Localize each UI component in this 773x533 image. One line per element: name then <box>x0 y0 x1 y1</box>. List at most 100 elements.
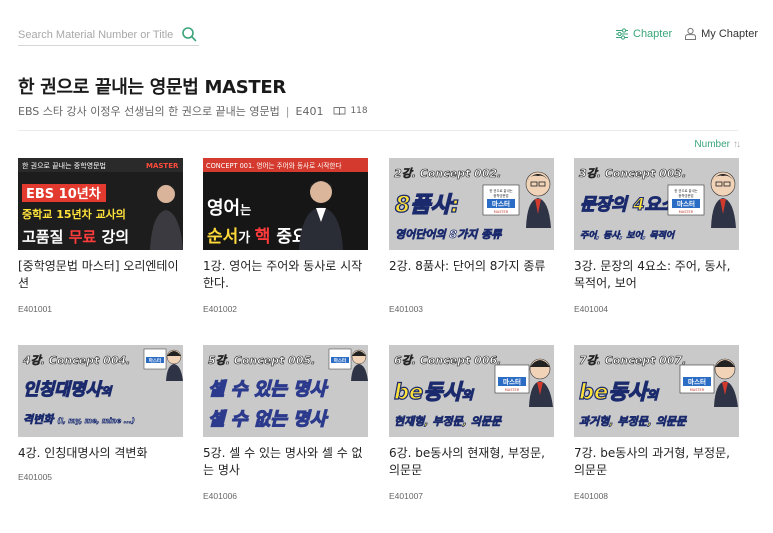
thumb-concept: 4강. Concept 004. <box>22 354 130 367</box>
svg-text:중학영문법: 중학영문법 <box>493 193 508 198</box>
my-chapter-link[interactable]: My Chapter <box>684 27 758 40</box>
sort-arrows-icon: ↑↓ <box>733 139 741 150</box>
badge: 마스터 <box>143 348 167 370</box>
card-code: E401003 <box>389 304 424 314</box>
thumbnail: 3강. Concept 003. 문장의 4요소: 주어, 동사, 보어, 목적… <box>574 158 739 250</box>
thumb-line1b: 는 <box>240 203 251 217</box>
thumb-main: be동사 <box>394 380 465 404</box>
thumb-line2b: 가 <box>238 231 255 246</box>
thumb-sub-extra: (I, my, me, mine ...) <box>57 417 135 425</box>
thumb-sub: 영어단어의 8가지 종류 <box>395 228 502 241</box>
header-divider <box>18 130 738 131</box>
thumb-header: 한 권으로 끝내는 중학영문법 <box>22 161 106 170</box>
thumbnail: CONCEPT 001. 영어는 주어와 동사로 시작한다 영어는 순서가 핵 … <box>203 158 368 250</box>
svg-text:마스터: 마스터 <box>149 357 161 364</box>
thumb-main: 문장의 4요소: <box>580 195 683 215</box>
card-code: E401008 <box>574 491 609 501</box>
thumb-sub: 현재형, 부정문, 의문문 <box>394 415 502 428</box>
search-box <box>18 24 199 46</box>
badge: 마스터 MASTER <box>494 364 530 394</box>
thumb-line3b: 무료 <box>69 228 97 246</box>
thumb-line2: 중학교 15년차 교사의 <box>22 207 126 221</box>
book-meta: EBS 스타 강사 이정우 선생님의 한 권으로 끝내는 영문법 | E401 … <box>18 103 368 119</box>
card-title: 7강. be동사의 과거형, 부정문, 의문문 <box>574 446 730 477</box>
thumb-sub: 주어, 동사, 보어, 목적어 <box>580 230 676 241</box>
svg-text:인칭대명사의: 인칭대명사의 <box>23 380 113 400</box>
thumbnail: 7강. Concept 007. be동사의 과거형, 부정문, 의문문 마스터… <box>574 345 739 437</box>
user-icon <box>685 27 697 40</box>
thumb-line2c: 핵 <box>255 227 271 247</box>
thumb-sub: 과거형, 부정문, 의문문 <box>579 415 687 428</box>
book-subtitle: EBS 스타 강사 이정우 선생님의 한 권으로 끝내는 영문법 <box>18 105 280 118</box>
material-card[interactable]: 5강. Concept 005. 셀 수 있는 명사 셀 수 없는 명사 마스터… <box>203 345 368 501</box>
thumb-concept: 5강. Concept 005. <box>208 354 315 367</box>
page-title: 한 권으로 끝내는 영문법 MASTER <box>18 77 286 98</box>
badge: 마스터 <box>328 348 352 370</box>
my-chapter-label: My Chapter <box>701 27 758 40</box>
thumb-sub: 셀 수 없는 명사 <box>208 409 329 430</box>
thumb-line1a: 영어 <box>207 198 240 219</box>
top-nav: Chapter My Chapter <box>615 27 758 40</box>
card-title: 2강. 8품사: 단어의 8가지 종류 <box>389 259 546 273</box>
thumb-concept: 3강. Concept 003. <box>579 167 686 180</box>
card-title: 6강. be동사의 현재형, 부정문, 의문문 <box>389 446 545 477</box>
card-title: [중학영문법 마스터] 오리엔테이션 <box>18 259 179 290</box>
thumb-main: 인칭대명사 <box>23 380 104 400</box>
sort-button[interactable]: Number ↑↓ <box>694 139 741 150</box>
card-title: 3강. 문장의 4요소: 주어, 동사, 목적어, 보어 <box>574 259 731 290</box>
material-count: 118 <box>350 106 368 116</box>
svg-text:MASTER: MASTER <box>690 388 705 392</box>
thumbnail: 6강. Concept 006. be동사의 현재형, 부정문, 의문문 마스터… <box>389 345 554 437</box>
thumb-main: 셀 수 있는 명사 <box>208 379 329 400</box>
svg-text:MASTER: MASTER <box>494 210 509 214</box>
svg-text:마스터: 마스터 <box>688 377 706 386</box>
thumbnail: 한 권으로 끝내는 중학영문법 MASTER EBS 10년차 중학교 15년차… <box>18 158 183 250</box>
search-icon[interactable] <box>181 26 197 42</box>
badge: 한 권으로 끝내는 중학영문법 마스터 MASTER <box>667 184 705 216</box>
thumb-concept: 7강. Concept 007. <box>579 354 686 367</box>
thumb-line3c: 강의 <box>96 228 129 246</box>
thumb-main: be동사 <box>579 380 650 404</box>
thumb-line3a: 고품질 <box>22 228 69 246</box>
card-code: E401006 <box>203 491 238 501</box>
thumbnail: 5강. Concept 005. 셀 수 있는 명사 셀 수 없는 명사 마스터 <box>203 345 368 437</box>
material-card[interactable]: CONCEPT 001. 영어는 주어와 동사로 시작한다 영어는 순서가 핵 … <box>203 158 368 314</box>
material-card[interactable]: 7강. Concept 007. be동사의 과거형, 부정문, 의문문 마스터… <box>574 345 739 501</box>
material-card[interactable]: 4강. Concept 004. 인칭대명사의 격변화 (I, my, me, m… <box>18 345 183 482</box>
material-card[interactable]: 한 권으로 끝내는 중학영문법 MASTER EBS 10년차 중학교 15년차… <box>18 158 183 314</box>
svg-text:한 권으로 끝내는: 한 권으로 끝내는 <box>489 188 512 193</box>
badge: 한 권으로 끝내는 중학영문법 마스터 MASTER <box>482 184 520 216</box>
thumb-concept: 2강. Concept 002. <box>394 167 501 180</box>
thumbnail: 2강. Concept 002. 8품사: 영어단어의 8가지 종류 한 권으로… <box>389 158 554 250</box>
thumb-sub: 격변화 <box>23 413 55 426</box>
filter-sliders-icon <box>616 27 628 40</box>
book-code: E401 <box>295 104 324 118</box>
card-title: 5강. 셀 수 있는 명사와 셀 수 없는 명사 <box>203 446 363 477</box>
svg-text:순서가 핵 중요!: 순서가 핵 중요! <box>207 227 315 247</box>
thumb-concept: 6강. Concept 006. <box>394 354 501 367</box>
material-card[interactable]: 6강. Concept 006. be동사의 현재형, 부정문, 의문문 마스터… <box>389 345 554 501</box>
svg-text:마스터: 마스터 <box>334 357 346 364</box>
thumb-line1: EBS 10년차 <box>26 186 101 202</box>
svg-text:MASTER: MASTER <box>679 210 694 214</box>
sort-label: Number <box>694 139 730 150</box>
card-code: E401002 <box>203 304 238 314</box>
thumb-header-tag: MASTER <box>146 162 179 170</box>
material-card[interactable]: 2강. Concept 002. 8품사: 영어단어의 8가지 종류 한 권으로… <box>389 158 554 314</box>
svg-text:MASTER: MASTER <box>505 388 520 392</box>
svg-text:마스터: 마스터 <box>503 377 521 386</box>
material-card[interactable]: 3강. Concept 003. 문장의 4요소: 주어, 동사, 보어, 목적… <box>574 158 739 314</box>
card-code: E401001 <box>18 304 53 314</box>
top-bar: Chapter My Chapter <box>18 24 758 50</box>
chapter-link[interactable]: Chapter <box>615 28 672 40</box>
thumb-header: CONCEPT 001. 영어는 주어와 동사로 시작한다 <box>206 161 342 170</box>
svg-text:중학영문법: 중학영문법 <box>678 193 693 198</box>
divider: | <box>285 104 290 118</box>
svg-text:마스터: 마스터 <box>677 199 695 208</box>
card-title: 1강. 영어는 주어와 동사로 시작한다. <box>203 259 363 290</box>
book-open-icon <box>334 107 346 116</box>
thumb-main: 8품사: <box>395 193 460 218</box>
card-code: E401005 <box>18 472 53 482</box>
search-input[interactable] <box>18 27 178 43</box>
card-code: E401007 <box>389 491 424 501</box>
